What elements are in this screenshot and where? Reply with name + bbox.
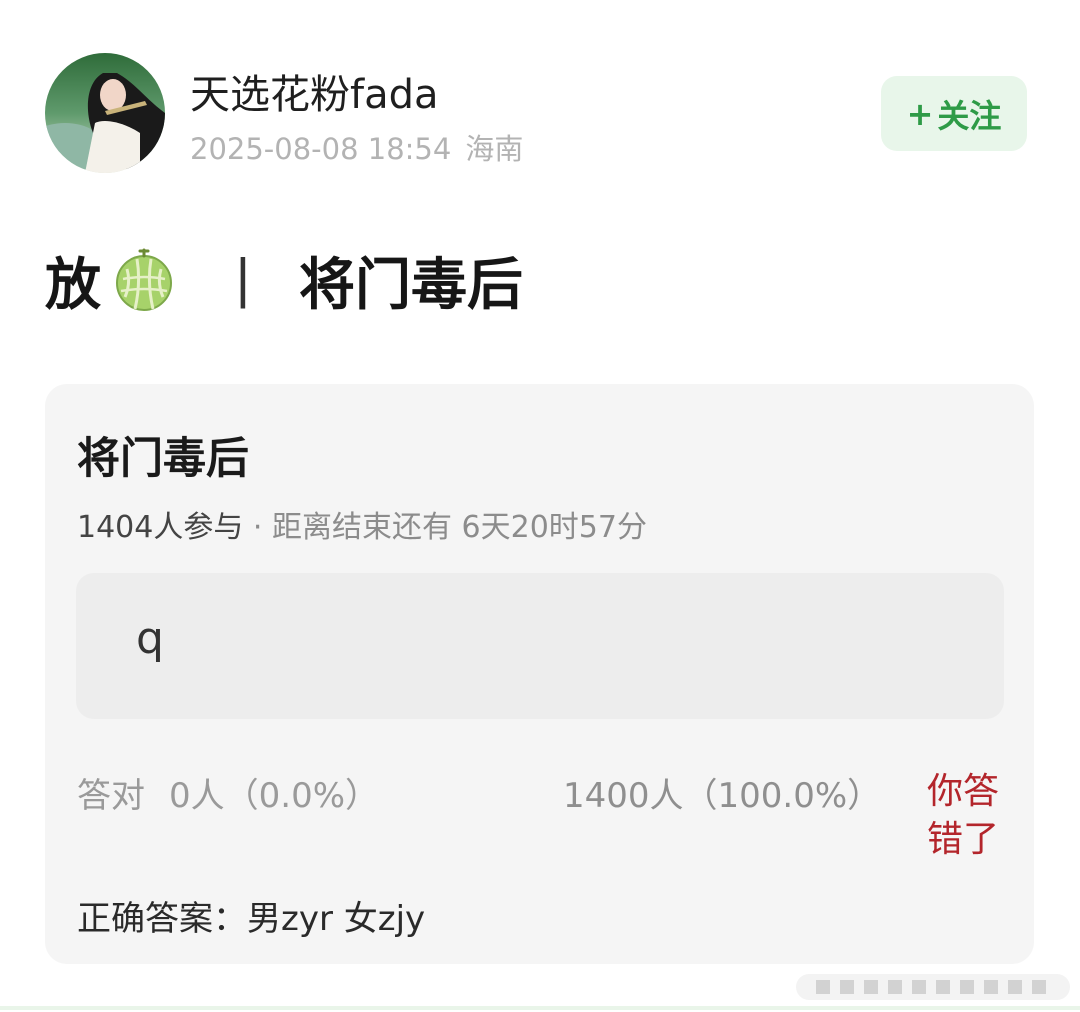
post-title-separator: 丨 bbox=[215, 252, 271, 318]
post-title-suffix: 将门毒后 bbox=[299, 252, 523, 318]
quiz-meta: 1404人参与 · 距离结束还有 6天20时57分 bbox=[77, 502, 647, 546]
melon-icon bbox=[111, 247, 177, 313]
correct-answer: 正确答案：男zyr 女zjy bbox=[77, 891, 425, 940]
quiz-title: 将门毒后 bbox=[77, 434, 249, 484]
quiz-participants: 1404人参与 bbox=[77, 510, 244, 545]
answer-value: 男zyr 女zjy bbox=[247, 899, 426, 939]
quiz-countdown: 距离结束还有 6天20时57分 bbox=[272, 510, 647, 545]
plus-icon: + bbox=[906, 94, 934, 133]
quiz-option-text: q bbox=[136, 613, 164, 664]
username[interactable]: 天选花粉fada bbox=[190, 62, 439, 120]
quiz-option[interactable]: q bbox=[76, 573, 1004, 719]
wrong-stat: 1400人（100.0%） bbox=[563, 776, 882, 816]
answer-label: 正确答案： bbox=[77, 899, 247, 939]
correct-count: 0人（0.0%） bbox=[169, 776, 380, 816]
follow-button[interactable]: + 关注 bbox=[881, 76, 1027, 151]
follow-label: 关注 bbox=[937, 96, 1002, 135]
watermark bbox=[792, 966, 1074, 1008]
correct-label: 答对 bbox=[77, 776, 145, 816]
avatar[interactable] bbox=[45, 53, 165, 173]
post-datetime: 2025-08-08 18:54 bbox=[190, 132, 452, 166]
quiz-card: 将门毒后 1404人参与 · 距离结束还有 6天20时57分 q 答对 0人（0.… bbox=[45, 384, 1034, 964]
your-result: 你答错了 bbox=[927, 771, 1000, 860]
post-title: 放 丨 将门毒后 bbox=[45, 240, 523, 320]
post-title-prefix: 放 bbox=[45, 252, 101, 318]
correct-stat: 答对 0人（0.0%） bbox=[77, 768, 379, 817]
quiz-dot: · bbox=[252, 510, 263, 545]
post-location: 海南 bbox=[465, 132, 524, 166]
post-meta: 2025-08-08 18:54 海南 bbox=[190, 126, 523, 168]
bottom-divider bbox=[0, 1006, 1080, 1010]
